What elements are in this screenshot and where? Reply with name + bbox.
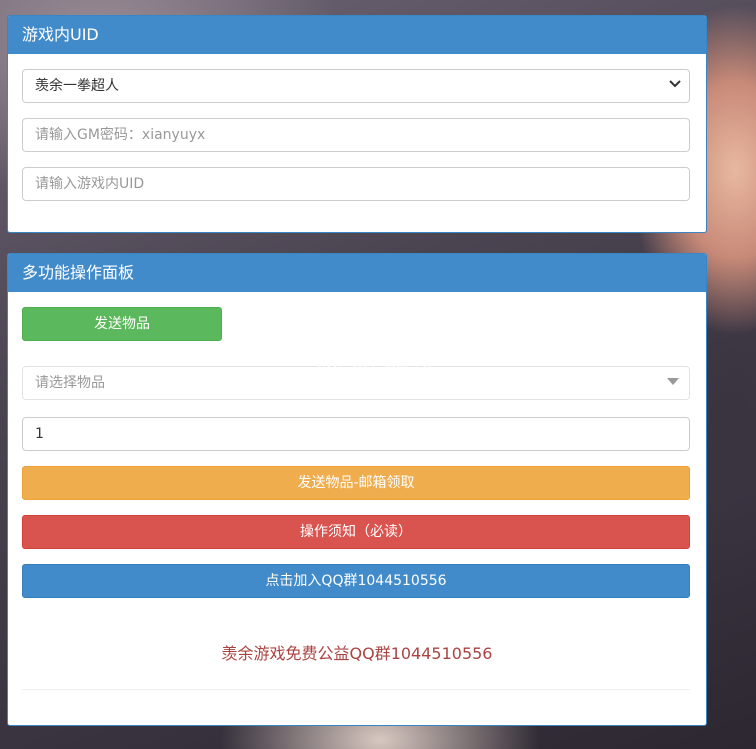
footer-note: 羡余游戏免费公益QQ群1044510556 [221, 644, 493, 663]
divider [22, 689, 690, 690]
send-mail-button[interactable]: 发送物品-邮箱领取 [22, 466, 690, 500]
uid-panel: 游戏内UID 羡余一拳超人 请输入GM密码：xianyuyx 请输入游戏内UID [7, 15, 707, 233]
uid-panel-title: 游戏内UID [8, 16, 706, 54]
join-group-button[interactable]: 点击加入QQ群1044510556 [22, 564, 690, 598]
uid-input-placeholder: 请输入游戏内UID [35, 176, 145, 192]
item-select[interactable]: 请选择物品 [22, 366, 690, 400]
quantity-input[interactable]: 1 [22, 417, 690, 451]
server-select[interactable]: 羡余一拳超人 [22, 69, 690, 103]
chevron-down-icon [669, 70, 681, 102]
server-select-value: 羡余一拳超人 [35, 78, 119, 94]
uid-input[interactable]: 请输入游戏内UID [22, 167, 690, 201]
gm-password-field[interactable]: 请输入GM密码：xianyuyx [22, 118, 690, 152]
operations-panel-title: 多功能操作面板 [8, 254, 706, 292]
gm-password-placeholder: 请输入GM密码：xianyuyx [35, 127, 206, 143]
quantity-value: 1 [35, 426, 44, 442]
caret-down-icon [667, 367, 679, 399]
notice-button[interactable]: 操作须知（必读） [22, 515, 690, 549]
operations-panel: 多功能操作面板 发送物品 请选择物品 1 发送物品-邮箱领取 操作须知（必读） … [7, 253, 707, 726]
item-select-placeholder: 请选择物品 [35, 375, 105, 391]
send-items-button[interactable]: 发送物品 [22, 307, 222, 341]
